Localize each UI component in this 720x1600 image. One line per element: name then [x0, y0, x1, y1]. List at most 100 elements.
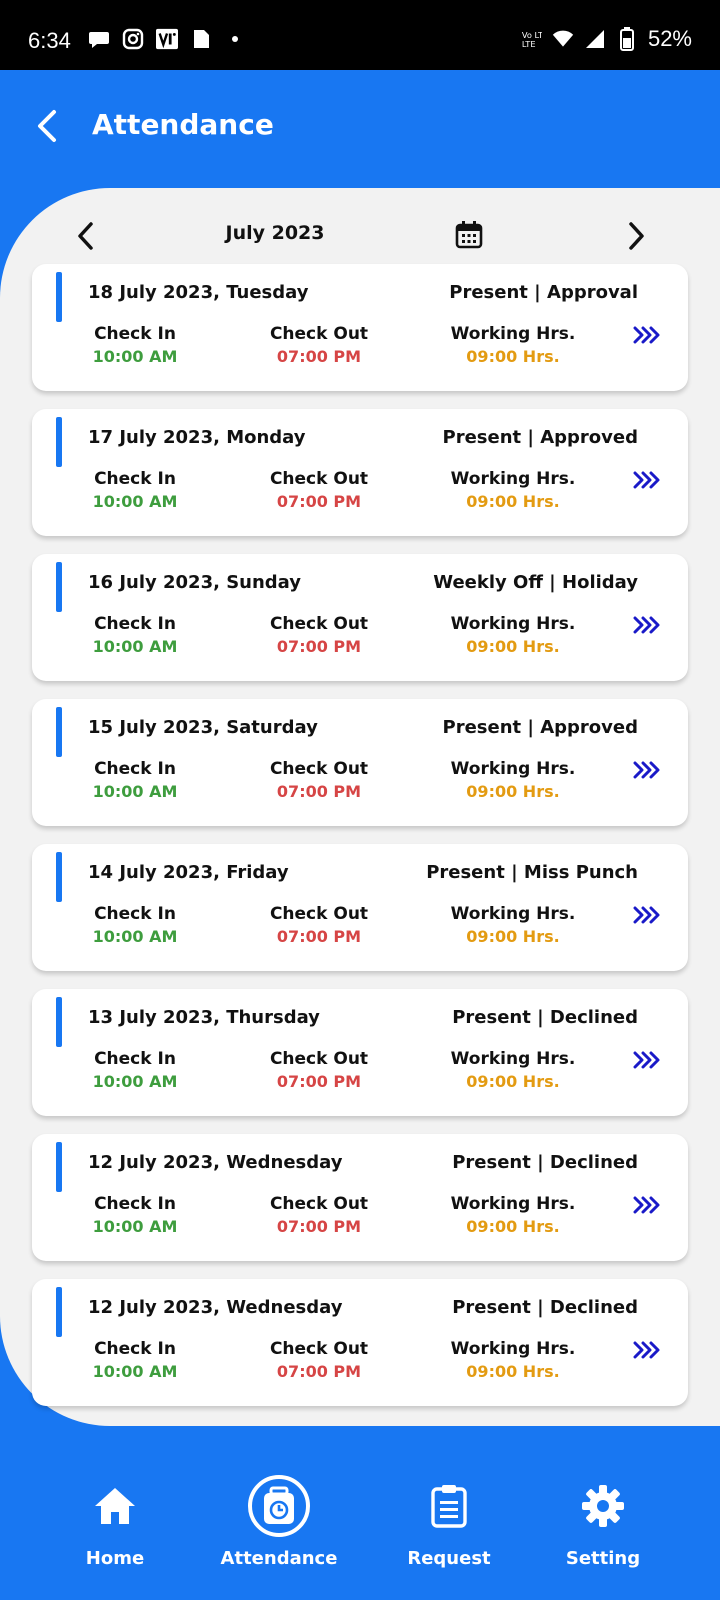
check-in-time: 10:00 AM [92, 1362, 178, 1381]
attendance-content: July 2023 18 July 2023, Tuesday Present |… [0, 188, 720, 1426]
card-status: Present | Approved [442, 427, 639, 448]
card-accent-bar [56, 417, 62, 467]
wifi-icon [552, 28, 574, 50]
triple-chevron-right-icon[interactable] [632, 324, 662, 346]
attendance-card[interactable]: 16 July 2023, Sunday Weekly Off | Holiday… [32, 554, 688, 681]
check-in-label: Check In [94, 1194, 176, 1214]
working-hours-column: Working Hrs. 09:00 Hrs. [428, 1049, 598, 1091]
nav-attendance[interactable]: Attendance [204, 1474, 354, 1569]
next-month-button[interactable] [620, 218, 652, 254]
check-out-time: 07:00 PM [276, 782, 362, 801]
working-hours-value: 09:00 Hrs. [466, 1362, 560, 1381]
attendance-card[interactable]: 12 July 2023, Wednesday Present | Decline… [32, 1279, 688, 1406]
working-hours-value: 09:00 Hrs. [466, 347, 560, 366]
previous-month-button[interactable] [70, 218, 102, 254]
card-accent-bar [56, 1142, 62, 1192]
chevron-right-icon [629, 222, 644, 250]
nav-home-label: Home [85, 1548, 145, 1569]
triple-chevron-right-icon[interactable] [632, 759, 662, 781]
check-out-label: Check Out [269, 759, 369, 779]
triple-chevron-right-icon[interactable] [632, 1049, 662, 1071]
card-accent-bar [56, 852, 62, 902]
card-status: Present | Approval [449, 282, 638, 303]
working-hours-value: 09:00 Hrs. [466, 782, 560, 801]
attendance-card[interactable]: 14 July 2023, Friday Present | Miss Punch… [32, 844, 688, 971]
working-hours-column: Working Hrs. 09:00 Hrs. [428, 1194, 598, 1236]
triple-chevron-right-icon[interactable] [632, 1194, 662, 1216]
card-accent-bar [56, 562, 62, 612]
check-out-label: Check Out [269, 324, 369, 344]
working-hours-label: Working Hrs. [450, 469, 576, 489]
check-out-label: Check Out [269, 469, 369, 489]
svg-text:LTE: LTE [522, 39, 536, 49]
back-button[interactable] [28, 106, 68, 146]
card-date: 12 July 2023, Wednesday [88, 1297, 343, 1318]
card-date: 13 July 2023, Thursday [88, 1007, 320, 1028]
working-hours-value: 09:00 Hrs. [466, 492, 560, 511]
month-navigation: July 2023 [0, 188, 720, 268]
attendance-card[interactable]: 17 July 2023, Monday Present | Approved Ch… [32, 409, 688, 536]
check-out-column: Check Out 07:00 PM [234, 904, 404, 946]
working-hours-label: Working Hrs. [450, 1194, 576, 1214]
nav-attendance-label: Attendance [220, 1548, 338, 1569]
card-date: 14 July 2023, Friday [88, 862, 289, 883]
check-in-time: 10:00 AM [92, 1072, 178, 1091]
attendance-icon [248, 1475, 310, 1537]
check-in-column: Check In 10:00 AM [50, 1049, 220, 1091]
nav-request[interactable]: Request [374, 1474, 524, 1569]
check-in-time: 10:00 AM [92, 347, 178, 366]
nav-request-label: Request [407, 1548, 491, 1569]
triple-chevron-right-icon[interactable] [632, 469, 662, 491]
check-in-label: Check In [94, 614, 176, 634]
attendance-card[interactable]: 12 July 2023, Wednesday Present | Decline… [32, 1134, 688, 1261]
status-bar: 6:34 Vo LTELTE 52% [0, 0, 720, 70]
calendar-button[interactable] [454, 220, 484, 250]
sim-icon [190, 28, 212, 50]
attendance-card[interactable]: 18 July 2023, Tuesday Present | Approval C… [32, 264, 688, 391]
check-out-label: Check Out [269, 904, 369, 924]
dot-icon [224, 28, 246, 50]
bottom-navigation: Home Attendance Request Setting [0, 1426, 720, 1600]
signal-icon [584, 28, 606, 50]
triple-chevron-right-icon[interactable] [632, 614, 662, 636]
nav-setting[interactable]: Setting [528, 1474, 678, 1569]
check-in-label: Check In [94, 1049, 176, 1069]
working-hours-value: 09:00 Hrs. [466, 1072, 560, 1091]
check-out-column: Check Out 07:00 PM [234, 1049, 404, 1091]
calendar-icon [455, 221, 483, 249]
check-in-label: Check In [94, 759, 176, 779]
card-status: Present | Declined [452, 1007, 638, 1028]
home-icon [40, 1474, 190, 1538]
status-right-icons: Vo LTELTE 52% [520, 26, 692, 52]
working-hours-label: Working Hrs. [450, 1049, 576, 1069]
gear-icon [528, 1474, 678, 1538]
check-in-column: Check In 10:00 AM [50, 324, 220, 366]
check-in-time: 10:00 AM [92, 637, 178, 656]
chevron-left-icon [78, 222, 93, 250]
attendance-card[interactable]: 13 July 2023, Thursday Present | Declined… [32, 989, 688, 1116]
check-in-time: 10:00 AM [92, 782, 178, 801]
month-label: July 2023 [225, 222, 325, 244]
check-in-label: Check In [94, 1339, 176, 1359]
check-in-label: Check In [94, 469, 176, 489]
working-hours-column: Working Hrs. 09:00 Hrs. [428, 324, 598, 366]
status-left-icons [88, 28, 246, 50]
working-hours-label: Working Hrs. [450, 904, 576, 924]
attendance-card[interactable]: 15 July 2023, Saturday Present | Approved… [32, 699, 688, 826]
volte-icon: Vo LTELTE [520, 28, 542, 50]
battery-icon [616, 27, 638, 51]
nav-home[interactable]: Home [40, 1474, 190, 1569]
check-out-column: Check Out 07:00 PM [234, 1339, 404, 1381]
working-hours-label: Working Hrs. [450, 1339, 576, 1359]
chat-icon [88, 28, 110, 50]
check-in-label: Check In [94, 324, 176, 344]
card-status: Weekly Off | Holiday [433, 572, 638, 593]
triple-chevron-right-icon[interactable] [632, 904, 662, 926]
working-hours-column: Working Hrs. 09:00 Hrs. [428, 614, 598, 656]
card-date: 12 July 2023, Wednesday [88, 1152, 343, 1173]
check-in-column: Check In 10:00 AM [50, 614, 220, 656]
check-in-column: Check In 10:00 AM [50, 469, 220, 511]
triple-chevron-right-icon[interactable] [632, 1339, 662, 1361]
check-out-column: Check Out 07:00 PM [234, 469, 404, 511]
working-hours-value: 09:00 Hrs. [466, 637, 560, 656]
